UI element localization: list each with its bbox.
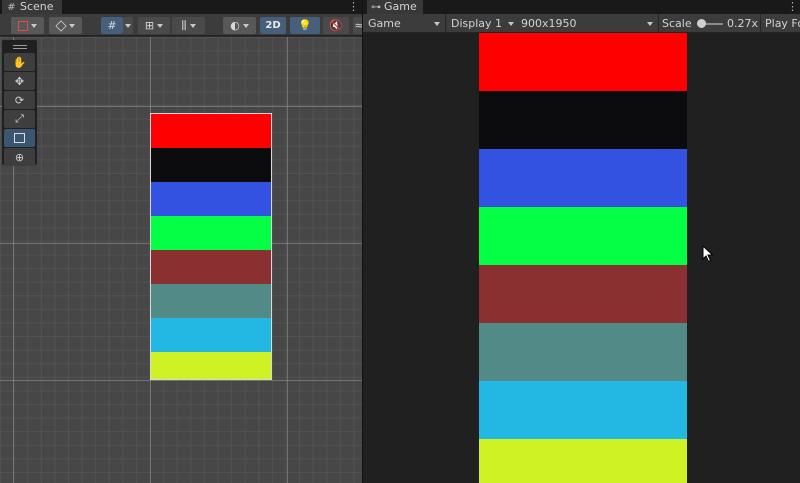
scene-tabbar: # Scene ⋮ xyxy=(0,0,362,14)
drag-handle[interactable] xyxy=(4,42,35,52)
tab-scene-label: Scene xyxy=(20,0,54,13)
scale-value: 0.27x xyxy=(727,17,759,30)
color-stripe xyxy=(479,33,687,91)
color-stripe xyxy=(479,149,687,207)
rect-icon xyxy=(14,133,25,143)
game-tabbar: ⊶ Game ⋮ xyxy=(363,0,800,14)
color-stripe xyxy=(151,284,271,318)
cube-icon xyxy=(55,19,67,32)
separator xyxy=(445,14,446,33)
render-mode-button[interactable] xyxy=(49,17,82,34)
rect-tool[interactable] xyxy=(4,129,35,147)
separator xyxy=(760,14,761,33)
chevron-down-icon xyxy=(69,23,75,28)
grid-line xyxy=(287,37,288,483)
color-stripe xyxy=(151,318,271,352)
color-stripe xyxy=(479,207,687,265)
play-focused-select[interactable]: Play Fo xyxy=(765,14,800,33)
increment-snap-button[interactable]: ⊞ xyxy=(138,17,170,34)
chevron-down-icon xyxy=(434,22,440,26)
scale-label: Scale xyxy=(662,17,692,30)
chevron-down-icon xyxy=(157,23,164,28)
transform-tool[interactable]: ⊕ xyxy=(4,148,35,166)
audio-button[interactable]: 🔇 xyxy=(323,17,349,34)
scale-tool[interactable]: ⤢ xyxy=(4,110,35,128)
hand-tool[interactable]: ✋ xyxy=(4,53,35,71)
mode-2d-button[interactable]: 2D xyxy=(260,17,286,34)
draw-mode-button[interactable] xyxy=(11,17,44,34)
lighting-button[interactable]: 💡 xyxy=(290,17,320,34)
chevron-down-icon xyxy=(31,23,37,28)
color-stripe xyxy=(479,381,687,439)
sphere-icon: ◐ xyxy=(230,18,240,32)
speaker-mute-icon: 🔇 xyxy=(329,18,343,32)
transform-icon: ⊕ xyxy=(14,150,25,164)
display-select-value: Display 1 xyxy=(451,17,503,30)
align-icon: ⫼ xyxy=(181,18,187,32)
lightbulb-icon: 💡 xyxy=(298,18,312,32)
grid-line xyxy=(0,380,362,381)
scale-icon: ⤢ xyxy=(15,112,24,125)
color-stripe xyxy=(151,148,271,182)
display-select[interactable]: Display 1 xyxy=(451,14,518,33)
color-stripe xyxy=(151,250,271,284)
tool-palette: ✋ ✥ ⟳ ⤢ ⊕ xyxy=(2,40,37,166)
mode-2d-label: 2D xyxy=(265,20,281,31)
draw-mode-icon xyxy=(18,20,28,31)
game-more-icon[interactable]: ⋮ xyxy=(787,0,798,14)
view-select-value: Game xyxy=(368,17,401,30)
scene-more-icon[interactable]: ⋮ xyxy=(348,0,359,14)
rotate-icon: ⟳ xyxy=(14,93,25,107)
color-stripe xyxy=(479,323,687,381)
chevron-down-icon xyxy=(125,23,131,28)
chevron-down-icon xyxy=(189,23,196,28)
color-stripe xyxy=(151,114,271,148)
game-view-render[interactable] xyxy=(479,33,687,483)
grid-snap-button[interactable]: # xyxy=(101,17,123,34)
chevron-down-icon xyxy=(647,22,653,26)
hand-icon: ✋ xyxy=(12,55,27,69)
tab-game[interactable]: ⊶ Game xyxy=(367,0,423,14)
effects-button[interactable]: ≈ xyxy=(353,17,362,34)
chevron-down-icon xyxy=(508,22,514,26)
game-toolbar: Game Display 1 900x1950 Scale 0.27x Play… xyxy=(363,14,800,33)
grid-snap-icon: # xyxy=(107,18,117,32)
move-tool[interactable]: ✥ xyxy=(4,72,35,90)
grid-snap-dropdown[interactable] xyxy=(123,17,133,34)
grid-line xyxy=(0,106,362,107)
scene-panel: # Scene ⋮ # ⊞ ⫼ ◐ 2D 💡 🔇 ≈ ✋ ✥ ⟳ ⤢ ⊕ xyxy=(0,0,362,483)
scene-canvas-object[interactable] xyxy=(150,113,272,380)
mouse-cursor-icon xyxy=(702,245,714,263)
shading-button[interactable]: ◐ xyxy=(223,17,256,34)
color-stripe xyxy=(151,182,271,216)
separator xyxy=(658,14,659,33)
scene-toolbar: # ⊞ ⫼ ◐ 2D 💡 🔇 ≈ xyxy=(0,14,362,36)
color-stripe xyxy=(479,91,687,149)
tab-game-label: Game xyxy=(384,0,417,13)
effects-icon: ≈ xyxy=(354,18,362,32)
unity-editor: # Scene ⋮ # ⊞ ⫼ ◐ 2D 💡 🔇 ≈ ✋ ✥ ⟳ ⤢ ⊕ ⊶ G… xyxy=(0,0,800,483)
align-button[interactable]: ⫼ xyxy=(172,17,205,34)
gamepad-icon: ⊶ xyxy=(371,1,381,13)
color-stripe xyxy=(151,216,271,250)
snap-grid-icon: ⊞ xyxy=(144,18,155,32)
chevron-down-icon xyxy=(242,23,249,28)
resolution-select-value: 900x1950 xyxy=(521,17,577,30)
color-stripe xyxy=(479,439,687,483)
color-stripe xyxy=(479,265,687,323)
move-icon: ✥ xyxy=(14,74,25,88)
color-stripe xyxy=(151,352,271,379)
view-select[interactable]: Game xyxy=(368,14,444,33)
tab-scene[interactable]: # Scene xyxy=(2,0,62,14)
scale-slider-handle[interactable] xyxy=(697,19,706,28)
grid-icon: # xyxy=(7,1,16,13)
resolution-select[interactable]: 900x1950 xyxy=(521,14,657,33)
rotate-tool[interactable]: ⟳ xyxy=(4,91,35,109)
